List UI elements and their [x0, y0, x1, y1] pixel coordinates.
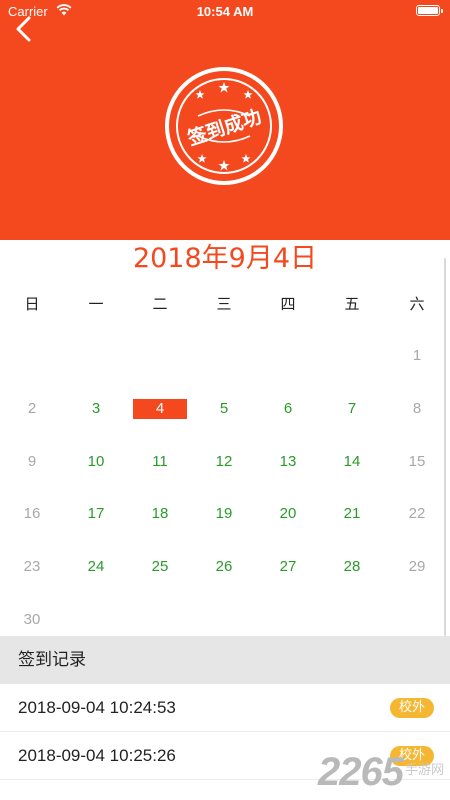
calendar-day[interactable]: 13 — [256, 436, 320, 488]
check-in-success-stamp: 签到成功 — [164, 66, 284, 186]
weekday-label: 五 — [344, 295, 360, 313]
watermark-logo: 2265 手游网 — [318, 748, 444, 792]
calendar-day-number: 25 — [151, 558, 169, 576]
calendar-day-selected[interactable]: 4 — [128, 383, 192, 435]
calendar-day-number: 8 — [412, 399, 422, 417]
calendar-day-number: 2 — [27, 399, 37, 417]
record-location-badge: 校外 — [389, 698, 434, 718]
calendar-day[interactable]: 27 — [256, 541, 320, 593]
calendar-day-number: 1 — [412, 347, 422, 364]
calendar-day-number: 10 — [87, 452, 105, 470]
calendar-day-number: 6 — [283, 399, 293, 417]
header-banner: Carrier 10:54 AM 签到成功 — [0, 0, 450, 240]
scroll-indicator[interactable] — [444, 258, 446, 636]
status-bar: Carrier 10:54 AM — [0, 0, 450, 24]
calendar-day[interactable]: 8 — [385, 383, 449, 435]
calendar-day[interactable]: 11 — [128, 436, 192, 488]
calendar-day-number: 27 — [279, 558, 297, 576]
calendar-day[interactable]: 7 — [320, 383, 384, 435]
status-time: 10:54 AM — [196, 4, 254, 19]
calendar-day[interactable]: 24 — [64, 541, 128, 593]
records-section-header: 签到记录 — [0, 636, 450, 684]
weekday-label: 一 — [88, 295, 104, 313]
calendar-day[interactable]: 18 — [128, 488, 192, 540]
calendar-day[interactable]: 6 — [256, 383, 320, 435]
calendar-day[interactable]: 21 — [320, 488, 384, 540]
calendar-day[interactable]: 20 — [256, 488, 320, 540]
calendar-day-number: 12 — [215, 452, 233, 470]
calendar-day[interactable]: 17 — [64, 488, 128, 540]
calendar-grid: 1 2 3 4 5 6 7 8 9 10 11 12 13 14 15 16 17 18 19 20 21 22 23 24 2… — [0, 330, 450, 630]
calendar-day[interactable]: 10 — [64, 436, 128, 488]
calendar-day-number: 7 — [347, 399, 357, 417]
weekday-label: 日 — [24, 295, 40, 313]
weekday-label: 六 — [409, 295, 425, 313]
calendar-day[interactable]: 19 — [192, 488, 256, 540]
calendar-day-number: 20 — [279, 505, 297, 523]
calendar-day[interactable]: 28 — [320, 541, 384, 593]
calendar-day-number: 24 — [87, 558, 105, 576]
calendar-day[interactable]: 23 — [0, 541, 64, 593]
calendar-day[interactable]: 3 — [64, 383, 128, 435]
calendar-day-number: 5 — [219, 399, 229, 417]
calendar-day-number: 26 — [215, 558, 233, 576]
calendar-day-number: 17 — [87, 505, 105, 523]
calendar-day[interactable]: 2 — [0, 383, 64, 435]
calendar-date-title: 2018年9月4日 — [132, 243, 318, 274]
calendar-day-number: 18 — [151, 505, 169, 523]
calendar-day-number: 3 — [91, 399, 101, 417]
calendar-day[interactable]: 5 — [192, 383, 256, 435]
calendar-day-number: 29 — [408, 558, 426, 576]
calendar-day[interactable]: 12 — [192, 436, 256, 488]
watermark-sub: 手游网 — [404, 763, 444, 778]
calendar-day[interactable]: 26 — [192, 541, 256, 593]
record-time: 2018-09-04 10:24:53 — [18, 698, 176, 717]
calendar-day-number: 22 — [408, 505, 426, 523]
calendar-day-number: 9 — [27, 452, 37, 470]
calendar-day[interactable]: 25 — [128, 541, 192, 593]
weekday-label: 二 — [152, 295, 168, 313]
calendar-day-number: 19 — [215, 505, 233, 523]
calendar-day[interactable]: 1 — [385, 330, 449, 382]
record-time: 2018-09-04 10:25:26 — [18, 746, 176, 765]
calendar-day-number: 4 — [133, 398, 187, 419]
battery-icon — [416, 5, 443, 16]
calendar-day-number: 14 — [343, 452, 361, 470]
calendar-day[interactable]: 9 — [0, 436, 64, 488]
calendar-day-number: 30 — [23, 611, 41, 628]
calendar-day[interactable]: 14 — [320, 436, 384, 488]
calendar-day-number: 21 — [343, 505, 361, 523]
weekday-header-row: 日一二三四五六 — [0, 290, 450, 318]
calendar-day[interactable]: 16 — [0, 488, 64, 540]
record-row[interactable]: 2018-09-04 10:24:53 校外 — [0, 684, 450, 732]
calendar-day-number: 28 — [343, 558, 361, 576]
calendar-day-number: 23 — [23, 558, 41, 576]
calendar-day-number: 13 — [279, 452, 297, 470]
calendar-day-number: 11 — [152, 452, 168, 470]
calendar-day[interactable]: 15 — [385, 436, 449, 488]
back-button[interactable] — [12, 14, 36, 44]
watermark-text: 2265 — [318, 750, 404, 794]
weekday-label: 三 — [216, 295, 232, 313]
weekday-label: 四 — [280, 295, 296, 313]
calendar-day-number: 16 — [23, 505, 41, 523]
calendar-day[interactable]: 29 — [385, 541, 449, 593]
chevron-left-icon — [16, 16, 31, 42]
calendar-day-number: 15 — [408, 452, 426, 470]
calendar-day[interactable]: 22 — [385, 488, 449, 540]
